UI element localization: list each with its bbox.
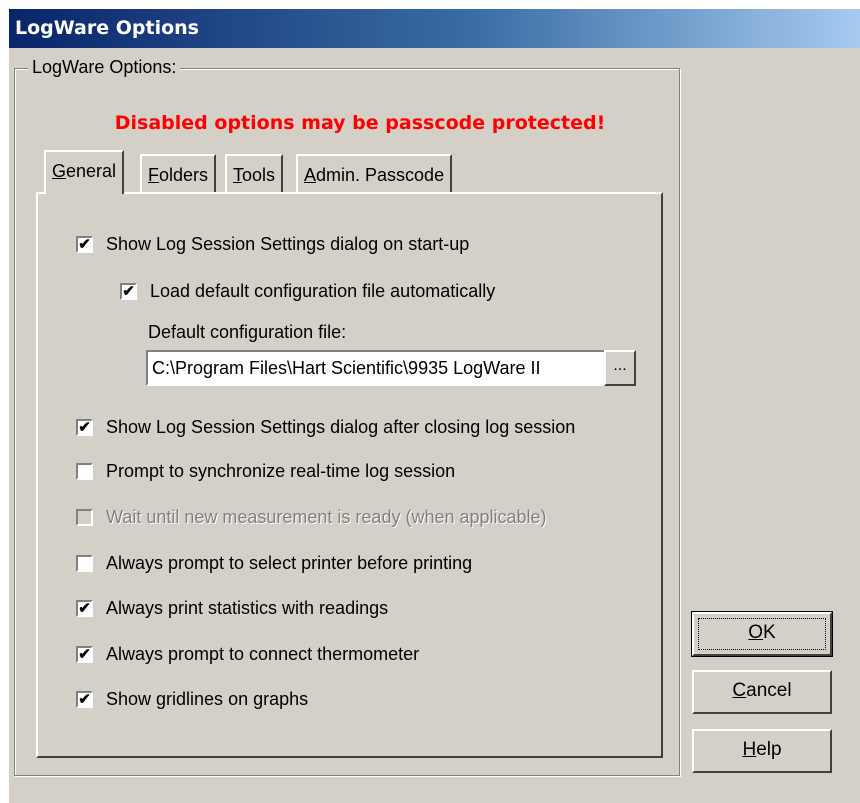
option-label: Always prompt to select printer before p… <box>106 553 473 573</box>
checkbox[interactable]: ✔ <box>120 283 137 300</box>
checkbox[interactable] <box>76 555 93 572</box>
option-label: Always prompt to connect thermometer <box>106 644 420 664</box>
window-title: LogWare Options <box>15 17 199 39</box>
option-label: Always print statistics with readings <box>106 598 389 618</box>
cancel-key: C <box>732 680 747 701</box>
groupbox-label: LogWare Options: <box>28 57 181 78</box>
tab-folders-label: olders <box>159 165 209 185</box>
tab-tools[interactable]: Tools <box>225 154 284 192</box>
title-bar[interactable]: LogWare Options <box>9 9 860 48</box>
tab-tools-label: ools <box>242 165 276 185</box>
option-label: Prompt to synchronize real-time log sess… <box>106 461 456 481</box>
tab-admin-label: dmin. Passcode <box>316 165 445 185</box>
checkbox[interactable]: ✔ <box>76 600 93 617</box>
config-file-label: Default configuration file: <box>148 322 347 342</box>
help-label: elp <box>756 739 782 760</box>
tab-general-key: G <box>52 161 67 181</box>
tab-admin-key: A <box>304 165 317 185</box>
option-label: Show gridlines on graphs <box>106 689 309 709</box>
tab-folders[interactable]: Folders <box>140 154 217 192</box>
checkbox[interactable]: ✔ <box>76 646 93 663</box>
tab-tools-key: T <box>233 165 242 185</box>
cancel-label: ancel <box>746 680 792 701</box>
checkbox[interactable]: ✔ <box>76 691 93 708</box>
option-label: Show Log Session Settings dialog after c… <box>106 417 576 437</box>
option-label: Wait until new measurement is ready (whe… <box>106 507 547 527</box>
focus-rectangle <box>698 618 826 650</box>
checkbox[interactable]: ✔ <box>76 236 93 253</box>
help-button[interactable]: Help <box>692 729 832 773</box>
checkbox[interactable] <box>76 463 93 480</box>
help-key: H <box>742 739 757 760</box>
browse-button[interactable]: ... <box>604 350 636 386</box>
passcode-warning: Disabled options may be passcode protect… <box>114 112 606 134</box>
tab-general[interactable]: General <box>44 150 125 194</box>
cancel-button[interactable]: Cancel <box>692 670 832 714</box>
config-file-input[interactable] <box>146 350 606 386</box>
tab-folders-key: F <box>148 165 159 185</box>
tab-general-label: eneral <box>66 161 117 181</box>
option-label: Show Log Session Settings dialog on star… <box>106 234 470 254</box>
tab-admin-passcode[interactable]: Admin. Passcode <box>296 154 453 192</box>
checkbox[interactable]: ✔ <box>76 419 93 436</box>
ok-button[interactable]: OK <box>691 611 833 657</box>
option-label: Load default configuration file automati… <box>150 281 496 301</box>
checkbox <box>76 509 93 526</box>
